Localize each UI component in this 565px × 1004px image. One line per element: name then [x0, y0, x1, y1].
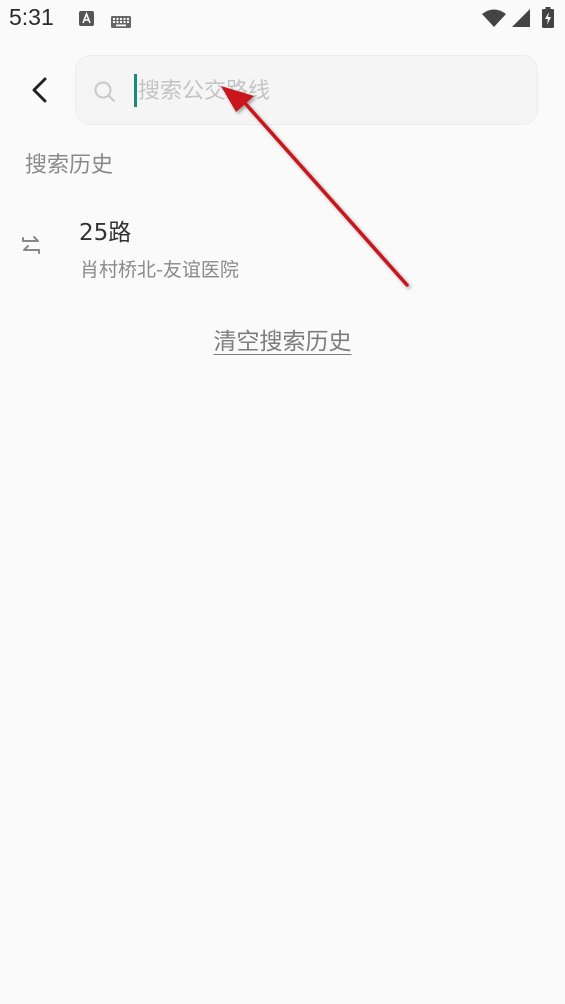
text-cursor: [134, 74, 137, 107]
back-button[interactable]: [20, 70, 60, 110]
swap-icon: [22, 236, 40, 254]
clear-history-link[interactable]: 清空搜索历史: [0, 322, 565, 356]
status-bar: 5:31: [0, 0, 565, 40]
history-item[interactable]: 25路 肖村桥北-友谊医院: [0, 200, 565, 290]
route-name: 25路: [79, 220, 132, 246]
search-input[interactable]: [138, 74, 518, 108]
signal-icon: [512, 9, 530, 31]
bus-route-search-screen: 5:31 搜索公交路线 搜索历史 25路 肖村桥北-友谊医院 清空搜索历史: [0, 0, 565, 1004]
text-a-icon: [79, 11, 94, 30]
chevron-left-icon: [32, 77, 47, 103]
keyboard-icon: [111, 13, 131, 32]
search-box[interactable]: [75, 55, 538, 125]
route-stops: 肖村桥北-友谊医院: [80, 259, 239, 281]
status-time: 5:31: [9, 4, 54, 30]
search-icon: [94, 81, 115, 102]
search-history-title: 搜索历史: [25, 153, 114, 178]
battery-charging-icon: [542, 7, 554, 32]
wifi-icon: [482, 9, 506, 31]
